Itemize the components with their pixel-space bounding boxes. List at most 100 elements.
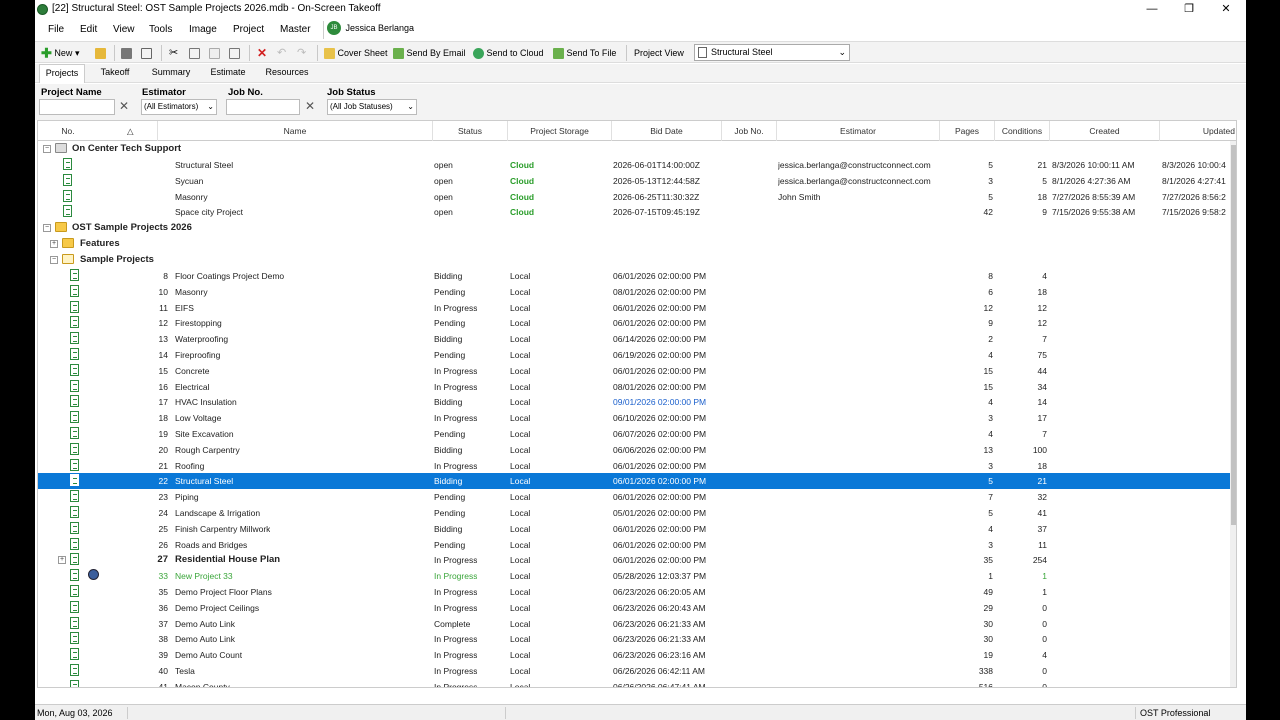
table-row[interactable]: 19 Site Excavation Pending Local 06/07/2026 …	[38, 426, 1230, 442]
send-cloud-button[interactable]: Send to Cloud	[473, 45, 544, 61]
user-account[interactable]: JB Jessica Berlanga	[323, 21, 414, 39]
table-row[interactable]: 38 Demo Auto Link In Progress Local 06/23/20…	[38, 631, 1230, 647]
row-pages: 30	[983, 618, 993, 629]
col-conditions[interactable]: Conditions	[995, 121, 1050, 141]
menu-edit[interactable]: Edit	[80, 24, 97, 35]
col-no[interactable]: No. △	[38, 121, 158, 141]
table-row[interactable]: 25 Finish Carpentry Millwork Bidding Local 0…	[38, 521, 1230, 537]
tab-estimate[interactable]: Estimate	[203, 64, 253, 83]
send-email-button[interactable]: Send By Email	[393, 45, 466, 61]
col-pages[interactable]: Pages	[940, 121, 995, 141]
group-row[interactable]: − On Center Tech Support	[38, 141, 1230, 157]
job-status-select[interactable]: (All Job Statuses) ⌄	[327, 99, 417, 115]
tab-resources[interactable]: Resources	[259, 64, 315, 83]
table-row[interactable]: 39 Demo Auto Count In Progress Local 06/23/2…	[38, 647, 1230, 663]
col-estimator[interactable]: Estimator	[777, 121, 940, 141]
table-row[interactable]: 37 Demo Auto Link Complete Local 06/23/2026 …	[38, 616, 1230, 632]
row-storage: Local	[510, 666, 531, 676]
table-row[interactable]: 16 Electrical In Progress Local 08/01/2026 0…	[38, 379, 1230, 395]
minimize-button[interactable]: —	[1135, 0, 1169, 20]
table-row[interactable]: 26 Roads and Bridges Pending Local 06/01/202…	[38, 537, 1230, 553]
undo-button[interactable]: ↶	[277, 45, 286, 61]
menu-file[interactable]: File	[48, 24, 64, 35]
table-row[interactable]: 8 Floor Coatings Project Demo Bidding Local…	[38, 268, 1230, 284]
row-bid-date: 08/01/2026 02:00:00 PM	[613, 381, 707, 392]
col-updated[interactable]: Updated	[1160, 121, 1236, 141]
project-name-input[interactable]	[39, 99, 115, 115]
table-row[interactable]: 11 EIFS In Progress Local 06/01/2026 02:00:0…	[38, 300, 1230, 316]
row-name: Concrete	[175, 365, 210, 376]
table-row[interactable]: 40 Tesla In Progress Local 06/26/2026 06:42:…	[38, 663, 1230, 679]
collapse-icon[interactable]: −	[43, 224, 51, 232]
table-row[interactable]: 18 Low Voltage In Progress Local 06/10/2026 …	[38, 410, 1230, 426]
table-row[interactable]: Structural Steel open Cloud 2026-06-01T14:0…	[38, 157, 1230, 173]
copy-button[interactable]	[189, 45, 200, 61]
open-button[interactable]	[95, 45, 106, 61]
row-status: In Progress	[434, 381, 478, 392]
tab-projects[interactable]: Projects	[39, 64, 85, 83]
row-bid-date: 06/23/2026 06:21:33 AM	[613, 618, 706, 629]
table-row[interactable]: 36 Demo Project Ceilings In Progress Local 0…	[38, 600, 1230, 616]
table-row[interactable]: 17 HVAC Insulation Bidding Local 09/01/2026 …	[38, 394, 1230, 410]
table-row[interactable]: 20 Rough Carpentry Bidding Local 06/06/2026 …	[38, 442, 1230, 458]
menu-project[interactable]: Project	[233, 24, 264, 35]
estimator-select[interactable]: (All Estimators) ⌄	[141, 99, 217, 115]
table-row[interactable]: 14 Fireproofing Pending Local 06/19/2026 02:…	[38, 347, 1230, 363]
cut-button[interactable]: ✂	[169, 45, 178, 61]
col-status[interactable]: Status	[433, 121, 508, 141]
new-button[interactable]: ✚ New ▾	[41, 45, 79, 61]
table-row[interactable]: 23 Piping Pending Local 06/01/2026 02:00:00 …	[38, 489, 1230, 505]
table-row[interactable]: Sycuan open Cloud 2026-05-13T12:44:58Z jessi…	[38, 173, 1230, 189]
table-row[interactable]: 12 Firestopping Pending Local 06/01/2026 02:…	[38, 315, 1230, 331]
collapse-icon[interactable]: −	[43, 145, 51, 153]
col-name[interactable]: Name	[158, 121, 433, 141]
scroll-thumb[interactable]	[1231, 145, 1236, 525]
menu-master[interactable]: Master	[280, 24, 311, 35]
table-row[interactable]: 22 Structural Steel Bidding Local 06/01/2026…	[38, 473, 1230, 490]
table-row[interactable]: Masonry open Cloud 2026-06-25T11:30:32Z John…	[38, 189, 1230, 205]
paste-button[interactable]	[209, 45, 220, 61]
col-job-no[interactable]: Job No.	[722, 121, 777, 141]
group-row[interactable]: − OST Sample Projects 2026	[38, 220, 1230, 236]
table-row[interactable]: +27 Residential House Plan In Progress Loca…	[38, 552, 1230, 568]
col-project-storage[interactable]: Project Storage	[508, 121, 612, 141]
expand-icon[interactable]: +	[50, 240, 58, 248]
print-preview-button[interactable]	[141, 45, 152, 61]
table-row[interactable]: 41 Macon County In Progress Local 06/26/2026…	[38, 679, 1230, 687]
table-row[interactable]: 21 Roofing In Progress Local 06/01/2026 02:0…	[38, 458, 1230, 474]
menu-view[interactable]: View	[113, 24, 135, 35]
col-created[interactable]: Created	[1050, 121, 1160, 141]
row-bid-date: 06/10/2026 02:00:00 PM	[613, 413, 707, 424]
collapse-icon[interactable]: −	[50, 256, 58, 264]
expand-icon[interactable]: +	[58, 556, 66, 565]
tab-takeoff[interactable]: Takeoff	[91, 64, 139, 83]
rename-button[interactable]	[229, 45, 240, 61]
vertical-scrollbar[interactable]	[1230, 141, 1236, 687]
job-no-input[interactable]	[226, 99, 300, 115]
table-row[interactable]: 24 Landscape & Irrigation Pending Local 05/0…	[38, 505, 1230, 521]
delete-button[interactable]: ✕	[257, 45, 267, 61]
document-icon	[70, 569, 79, 582]
close-button[interactable]: ✕	[1209, 0, 1243, 20]
table-row[interactable]: 15 Concrete In Progress Local 06/01/2026 02:…	[38, 363, 1230, 379]
project-view-select[interactable]: Structural Steel ⌄	[694, 44, 850, 61]
table-row[interactable]: Space city Project open Cloud 2026-07-15T09…	[38, 204, 1230, 220]
folder-row[interactable]: + Features	[38, 236, 1230, 252]
redo-button[interactable]: ↷	[297, 45, 306, 61]
menu-tools[interactable]: Tools	[149, 24, 172, 35]
print-button[interactable]	[121, 45, 132, 61]
cover-sheet-button[interactable]: Cover Sheet	[324, 45, 388, 61]
folder-row[interactable]: − Sample Projects	[38, 252, 1230, 268]
maximize-button[interactable]: ❐	[1172, 0, 1206, 20]
clear-project-name-icon[interactable]: ✕	[119, 99, 129, 113]
table-row[interactable]: 35 Demo Project Floor Plans In Progress Loc…	[38, 584, 1230, 600]
table-row[interactable]: 10 Masonry Pending Local 08/01/2026 02:00:00…	[38, 284, 1230, 300]
menu-image[interactable]: Image	[189, 24, 217, 35]
col-bid-date[interactable]: Bid Date	[612, 121, 722, 141]
send-file-button[interactable]: Send To File	[553, 45, 616, 61]
email-icon	[393, 48, 404, 60]
table-row[interactable]: 33 New Project 33 In Progress Local 05/28/20…	[38, 568, 1230, 584]
clear-job-no-icon[interactable]: ✕	[305, 99, 315, 113]
tab-summary[interactable]: Summary	[145, 64, 197, 83]
table-row[interactable]: 13 Waterproofing Bidding Local 06/14/2026 02…	[38, 331, 1230, 347]
